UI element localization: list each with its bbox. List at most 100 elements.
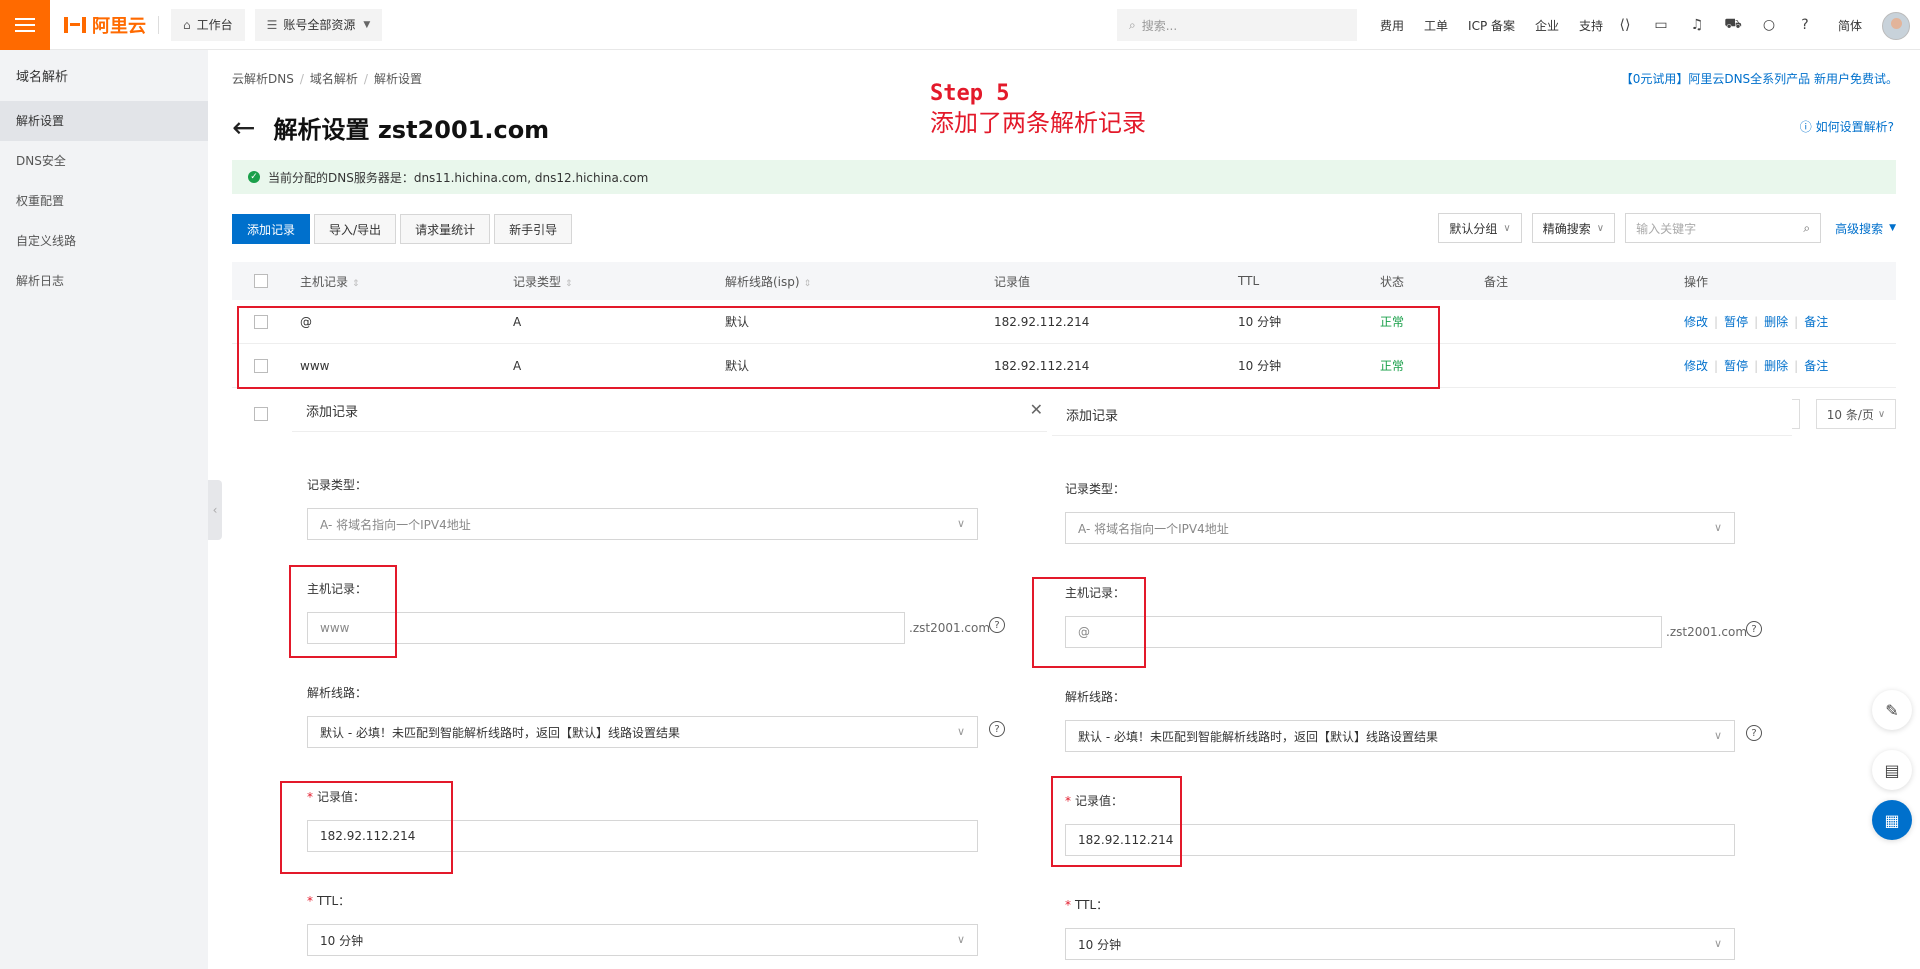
panel-title: 添加记录	[306, 405, 359, 420]
sidebar-item-custom-line[interactable]: 自定义线路	[0, 221, 208, 261]
search-placeholder: 搜索...	[1141, 18, 1178, 33]
select-all-checkbox[interactable]	[254, 274, 268, 288]
sidebar-item-weight[interactable]: 权重配置	[0, 181, 208, 221]
ops-sep: |	[1794, 315, 1799, 329]
sort-icon: ⇕	[565, 278, 573, 289]
ttl-label: * TTL：	[1065, 896, 1108, 913]
chat-button[interactable]: ▤	[1872, 750, 1912, 790]
edit-link[interactable]: 修改	[1684, 359, 1708, 373]
footer-checkbox[interactable]	[254, 407, 268, 421]
group-select[interactable]: 默认分组 ∨	[1438, 213, 1522, 243]
apps-button[interactable]: ▦	[1872, 800, 1912, 840]
col-ttl: TTL	[1238, 274, 1260, 288]
col-ops: 操作	[1684, 274, 1709, 289]
advanced-search-link[interactable]: 高级搜索 ▼	[1835, 220, 1896, 237]
howto-label: 如何设置解析?	[1815, 120, 1894, 134]
help-icon[interactable]: ?	[989, 617, 1005, 633]
sidebar-item-dns-security[interactable]: DNS安全	[0, 141, 208, 181]
ttl-label-text: TTL：	[1075, 898, 1109, 912]
sidebar-item-settings[interactable]: 解析设置	[0, 101, 208, 141]
divider	[158, 15, 159, 34]
col-host[interactable]: 主机记录 ⇕	[300, 273, 360, 290]
host-record-input[interactable]: @	[1065, 616, 1662, 648]
avatar[interactable]	[1882, 12, 1910, 40]
sidebar-title: 域名解析	[16, 70, 69, 85]
request-stats-button[interactable]: 请求量统计	[400, 214, 491, 244]
cart-icon[interactable]: ⛟	[1723, 15, 1743, 35]
chevron-down-icon: ∨	[1503, 222, 1511, 234]
add-record-button[interactable]: 添加记录	[232, 214, 311, 244]
language-switch[interactable]: 简体	[1838, 17, 1862, 34]
search-mode-select[interactable]: 精确搜索 ∨	[1531, 213, 1616, 243]
menu-button[interactable]	[0, 0, 50, 50]
ttl-label-text: TTL：	[317, 894, 351, 908]
link-icp[interactable]: ICP 备案	[1468, 17, 1515, 34]
delete-link[interactable]: 删除	[1764, 359, 1788, 373]
close-icon[interactable]: ✕	[1030, 400, 1043, 419]
chevron-down-icon: ∨	[956, 725, 965, 738]
keyword-input[interactable]: 输入关键字 ⌕	[1625, 213, 1822, 243]
col-line[interactable]: 解析线路(isp) ⇕	[725, 273, 811, 290]
import-export-button[interactable]: 导入/导出	[314, 214, 397, 244]
value-highlight-box-right	[1051, 776, 1182, 867]
remark-link[interactable]: 备注	[1804, 315, 1828, 329]
ops-sep: |	[1794, 359, 1799, 373]
howto-link[interactable]: ⓘ 如何设置解析?	[1800, 118, 1894, 135]
link-tickets[interactable]: 工单	[1424, 17, 1448, 34]
pause-link[interactable]: 暂停	[1724, 359, 1748, 373]
resources-dropdown[interactable]: ☰ 账号全部资源 ▼	[254, 8, 383, 41]
bulb-icon[interactable]: ○	[1759, 15, 1779, 35]
bell-icon[interactable]: ♫	[1687, 15, 1707, 35]
ttl-value: 10 分钟	[1078, 937, 1122, 952]
line-select[interactable]: 默认 - 必填！未匹配到智能解析线路时，返回【默认】线路设置结果 ∨	[307, 716, 978, 748]
ttl-select[interactable]: 10 分钟 ∨	[1065, 928, 1735, 960]
global-search-input[interactable]: ⌕ 搜索...	[1117, 9, 1357, 41]
page-size-select[interactable]: 10 条/页 ∨	[1816, 399, 1896, 429]
notice-text: 当前分配的DNS服务器是：dns11.hichina.com, dns12.hi…	[268, 170, 649, 185]
panel-header: 添加记录 ✕	[292, 390, 1047, 432]
line-select[interactable]: 默认 - 必填！未匹配到智能解析线路时，返回【默认】线路设置结果 ∨	[1065, 720, 1735, 752]
breadcrumb-current: 解析设置	[373, 72, 422, 86]
link-support[interactable]: 支持	[1579, 17, 1603, 34]
back-arrow-icon[interactable]: ←	[232, 111, 255, 144]
page-size-value: 10 条/页	[1826, 407, 1874, 422]
chevron-down-icon: ∨	[1713, 729, 1722, 742]
workbench-button[interactable]: ⌂ 工作台	[171, 8, 245, 41]
breadcrumb: 云解析DNS / 域名解析 / 解析设置	[232, 70, 422, 87]
link-fees[interactable]: 费用	[1380, 17, 1404, 34]
line-value: 默认 - 必填！未匹配到智能解析线路时，返回【默认】线路设置结果	[320, 725, 680, 740]
help-icon[interactable]: ?	[989, 721, 1005, 737]
check-circle-icon: ✓	[248, 171, 260, 183]
promo-link[interactable]: 【0元试用】阿里云DNS全系列产品 新用户免费试。	[1621, 70, 1898, 87]
link-enterprise[interactable]: 企业	[1535, 17, 1559, 34]
help-icon[interactable]: ?	[1795, 15, 1815, 35]
ttl-select[interactable]: 10 分钟 ∨	[307, 924, 978, 956]
logo-mark-icon	[64, 16, 86, 33]
record-type-select[interactable]: A- 将域名指向一个IPV4地址 ∨	[1065, 512, 1735, 544]
chevron-down-icon: ∨	[1713, 521, 1722, 534]
line-label: 解析线路：	[307, 686, 368, 700]
col-type-label: 记录类型	[513, 274, 562, 289]
col-value: 记录值	[994, 274, 1031, 289]
help-icon[interactable]: ?	[1746, 725, 1762, 741]
sidebar-collapse-handle[interactable]: ‹	[208, 480, 222, 540]
search-icon[interactable]: ⌕	[1803, 221, 1810, 236]
group-select-value: 默认分组	[1449, 221, 1498, 236]
toolbar: 添加记录 导入/导出 请求量统计 新手引导 默认分组 ∨ 精确搜索 ∨ 输入关键字 …	[232, 213, 1896, 245]
edit-link[interactable]: 修改	[1684, 315, 1708, 329]
terminal-icon[interactable]: ▭	[1651, 15, 1671, 35]
help-icon[interactable]: ?	[1746, 621, 1762, 637]
col-type[interactable]: 记录类型 ⇕	[513, 273, 573, 290]
resources-label: 账号全部资源	[283, 18, 356, 32]
record-type-select[interactable]: A- 将域名指向一个IPV4地址 ∨	[307, 508, 978, 540]
breadcrumb-domain[interactable]: 域名解析	[310, 72, 358, 86]
code-icon[interactable]: ⟨⟩	[1615, 15, 1635, 35]
breadcrumb-dns[interactable]: 云解析DNS	[232, 72, 294, 86]
pause-link[interactable]: 暂停	[1724, 315, 1748, 329]
delete-link[interactable]: 删除	[1764, 315, 1788, 329]
aliyun-logo[interactable]: 阿里云	[64, 12, 146, 38]
sidebar-item-logs[interactable]: 解析日志	[0, 261, 208, 301]
feedback-edit-button[interactable]: ✎	[1872, 690, 1912, 730]
remark-link[interactable]: 备注	[1804, 359, 1828, 373]
guide-button[interactable]: 新手引导	[494, 214, 573, 244]
